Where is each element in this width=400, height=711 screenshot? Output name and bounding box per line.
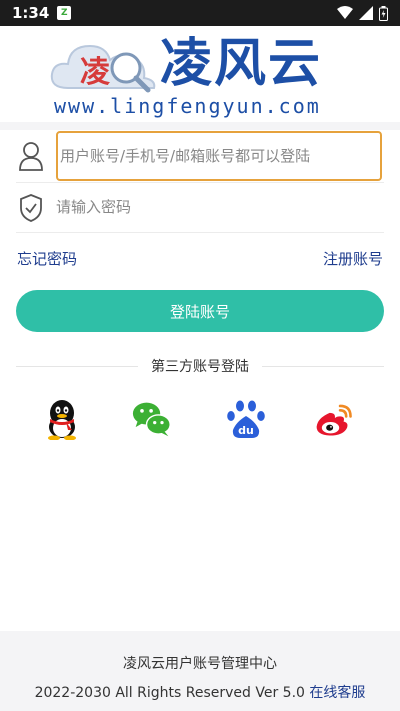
signal-icon [359, 6, 373, 20]
account-input[interactable] [56, 131, 382, 181]
login-button[interactable]: 登陆账号 [16, 290, 384, 332]
third-party-label-text: 第三方账号登陆 [143, 359, 257, 375]
baidu-icon[interactable]: du [226, 398, 266, 440]
status-bar: 1:34 Z [0, 0, 400, 26]
header: 凌 凌风云 www.lingfengyun.com [0, 26, 400, 122]
app-badge-letter: Z [61, 8, 68, 18]
cloud-logo-icon: 凌 [50, 44, 156, 93]
svg-text:du: du [238, 424, 254, 437]
register-link[interactable]: 注册账号 [323, 248, 383, 269]
logo: 凌 凌风云 www.lingfengyun.com [48, 32, 358, 120]
weibo-icon[interactable] [314, 398, 354, 440]
password-input[interactable] [56, 187, 382, 227]
qq-icon[interactable] [42, 398, 82, 440]
forgot-password-link[interactable]: 忘记密码 [17, 248, 77, 269]
status-icons [337, 5, 388, 21]
logo-url: www.lingfengyun.com [54, 94, 321, 118]
wifi-icon [337, 6, 353, 19]
user-icon [19, 142, 43, 171]
logo-emblem-char: 凌 [80, 55, 111, 90]
footer-title: 凌风云用户账号管理中心 [123, 656, 277, 672]
logo-title: 凌风云 [160, 33, 323, 94]
app-notification-icon: Z [57, 6, 72, 20]
status-time: 1:34 [12, 4, 50, 22]
battery-icon [379, 5, 388, 21]
online-service-link[interactable]: 在线客服 [309, 685, 365, 701]
third-party-label: 第三方账号登陆 [0, 356, 400, 376]
footer-copyright: 2022-2030 All Rights Reserved Ver 5.0 在线… [0, 682, 400, 702]
shield-check-icon [20, 194, 42, 222]
divider [16, 232, 384, 233]
section-separator [0, 122, 400, 130]
footer: 凌风云用户账号管理中心 2022-2030 All Rights Reserve… [0, 631, 400, 711]
copyright-text: 2022-2030 All Rights Reserved Ver 5.0 [34, 685, 305, 701]
wechat-icon[interactable] [132, 398, 172, 440]
divider [16, 182, 384, 183]
